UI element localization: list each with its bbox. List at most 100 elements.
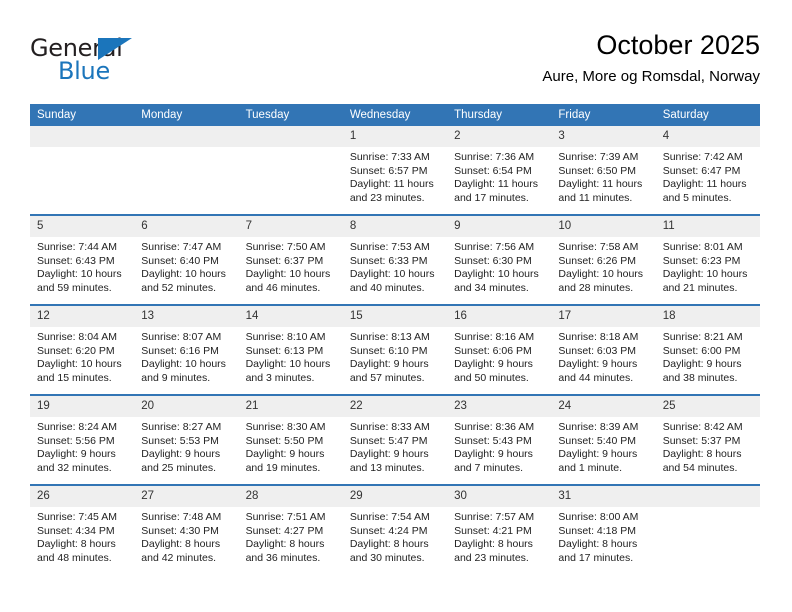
calendar-day-cell[interactable]: 4 Sunrise: 7:42 AM Sunset: 6:47 PM Daylight… bbox=[655, 126, 760, 215]
daylight-line-2: and 23 minutes. bbox=[454, 551, 529, 564]
daylight-line-1: Daylight: 9 hours bbox=[349, 358, 429, 371]
day-details: Sunrise: 7:47 AM Sunset: 6:40 PM Daylight:… bbox=[134, 237, 238, 295]
weekday-header-tuesday: Tuesday bbox=[238, 104, 343, 126]
calendar-day-cell[interactable]: 3 Sunrise: 7:39 AM Sunset: 6:50 PM Daylight… bbox=[551, 126, 656, 215]
day-number bbox=[30, 126, 135, 147]
day-number: 8 bbox=[342, 216, 448, 237]
calendar-day-cell[interactable]: 28 Sunrise: 7:51 AM Sunset: 4:27 PM Dayligh… bbox=[238, 484, 343, 574]
sunrise-line: Sunrise: 7:33 AM bbox=[349, 151, 430, 163]
calendar-day-cell[interactable]: 13 Sunrise: 8:07 AM Sunset: 6:16 PM Dayligh… bbox=[134, 304, 239, 395]
day-number: 4 bbox=[655, 126, 760, 147]
sunset-line: Sunset: 4:18 PM bbox=[558, 524, 637, 537]
day-details: Sunrise: 7:45 AM Sunset: 4:34 PM Daylight:… bbox=[30, 507, 134, 565]
day-details: Sunrise: 8:24 AM Sunset: 5:56 PM Daylight:… bbox=[30, 417, 134, 475]
sunrise-line: Sunrise: 7:44 AM bbox=[37, 241, 117, 253]
day-number: 28 bbox=[238, 486, 343, 507]
calendar-day-cell[interactable]: 29 Sunrise: 7:54 AM Sunset: 4:24 PM Dayligh… bbox=[342, 484, 448, 574]
sunrise-line: Sunrise: 7:58 AM bbox=[558, 241, 639, 253]
calendar-day-cell[interactable]: 7 Sunrise: 7:50 AM Sunset: 6:37 PM Daylight… bbox=[238, 214, 343, 305]
calendar-day-cell[interactable]: 17 Sunrise: 8:18 AM Sunset: 6:03 PM Dayligh… bbox=[551, 304, 656, 395]
sunrise-line: Sunrise: 8:16 AM bbox=[454, 331, 535, 343]
daylight-line-2: and 44 minutes. bbox=[558, 371, 634, 384]
calendar-day-cell-empty bbox=[238, 126, 343, 215]
day-details: Sunrise: 7:33 AM Sunset: 6:57 PM Daylight:… bbox=[343, 147, 447, 205]
day-details: Sunrise: 8:01 AM Sunset: 6:23 PM Daylight:… bbox=[656, 237, 760, 295]
weekday-header-thursday: Thursday bbox=[447, 104, 552, 126]
daylight-line-1: Daylight: 9 hours bbox=[558, 448, 638, 461]
day-details: Sunrise: 8:13 AM Sunset: 6:10 PM Daylight:… bbox=[343, 327, 447, 385]
daylight-line-1: Daylight: 10 hours bbox=[245, 268, 331, 281]
day-number: 3 bbox=[551, 126, 656, 147]
daylight-line-1: Daylight: 11 hours bbox=[662, 178, 747, 191]
sunrise-line: Sunrise: 8:10 AM bbox=[245, 331, 326, 343]
calendar-day-cell[interactable]: 6 Sunrise: 7:47 AM Sunset: 6:40 PM Daylight… bbox=[134, 214, 239, 305]
calendar-day-cell[interactable]: 18 Sunrise: 8:21 AM Sunset: 6:00 PM Dayligh… bbox=[655, 304, 760, 395]
calendar-day-cell[interactable]: 12 Sunrise: 8:04 AM Sunset: 6:20 PM Dayligh… bbox=[30, 304, 135, 395]
title-block: October 2025 Aure, More og Romsdal, Norw… bbox=[542, 28, 760, 88]
daylight-line-1: Daylight: 11 hours bbox=[349, 178, 434, 191]
sunset-line: Sunset: 6:23 PM bbox=[662, 254, 741, 267]
daylight-line-2: and 46 minutes. bbox=[245, 281, 321, 294]
daylight-line-2: and 28 minutes. bbox=[558, 281, 634, 294]
calendar-week-row: 12 Sunrise: 8:04 AM Sunset: 6:20 PM Dayligh… bbox=[30, 304, 760, 395]
daylight-line-1: Daylight: 9 hours bbox=[454, 358, 533, 371]
sunset-line: Sunset: 6:37 PM bbox=[245, 254, 324, 267]
calendar-day-cell[interactable]: 1 Sunrise: 7:33 AM Sunset: 6:57 PM Daylight… bbox=[342, 126, 448, 215]
day-number: 23 bbox=[447, 396, 552, 417]
calendar-day-cell[interactable]: 25 Sunrise: 8:42 AM Sunset: 5:37 PM Dayligh… bbox=[655, 394, 760, 485]
day-number: 12 bbox=[30, 306, 135, 327]
day-details: Sunrise: 8:10 AM Sunset: 6:13 PM Daylight:… bbox=[239, 327, 343, 385]
sunrise-line: Sunrise: 8:36 AM bbox=[454, 421, 535, 433]
calendar-day-cell[interactable]: 21 Sunrise: 8:30 AM Sunset: 5:50 PM Dayligh… bbox=[238, 394, 343, 485]
daylight-line-2: and 23 minutes. bbox=[349, 191, 425, 204]
calendar-day-cell[interactable]: 30 Sunrise: 7:57 AM Sunset: 4:21 PM Dayligh… bbox=[447, 484, 552, 574]
calendar-week-row: 5 Sunrise: 7:44 AM Sunset: 6:43 PM Daylight… bbox=[30, 214, 760, 305]
calendar-header-row: Sunday Monday Tuesday Wednesday Thursday… bbox=[30, 104, 760, 126]
daylight-line-2: and 21 minutes. bbox=[662, 281, 738, 294]
calendar-body: 1 Sunrise: 7:33 AM Sunset: 6:57 PM Daylight… bbox=[30, 126, 760, 574]
calendar-day-cell[interactable]: 10 Sunrise: 7:58 AM Sunset: 6:26 PM Dayligh… bbox=[551, 214, 656, 305]
day-number: 14 bbox=[238, 306, 343, 327]
calendar-day-cell[interactable]: 14 Sunrise: 8:10 AM Sunset: 6:13 PM Dayligh… bbox=[238, 304, 343, 395]
calendar-day-cell[interactable]: 26 Sunrise: 7:45 AM Sunset: 4:34 PM Dayligh… bbox=[30, 484, 135, 574]
daylight-line-2: and 42 minutes. bbox=[141, 551, 216, 564]
calendar-day-cell[interactable]: 8 Sunrise: 7:53 AM Sunset: 6:33 PM Daylight… bbox=[342, 214, 448, 305]
generalblue-logo[interactable]: General Blue bbox=[30, 34, 160, 88]
day-details: Sunrise: 8:18 AM Sunset: 6:03 PM Daylight:… bbox=[551, 327, 655, 385]
sunset-line: Sunset: 6:43 PM bbox=[37, 254, 115, 267]
calendar-day-cell[interactable]: 23 Sunrise: 8:36 AM Sunset: 5:43 PM Dayligh… bbox=[447, 394, 552, 485]
sunrise-line: Sunrise: 7:53 AM bbox=[349, 241, 430, 253]
calendar-day-cell[interactable]: 20 Sunrise: 8:27 AM Sunset: 5:53 PM Dayligh… bbox=[134, 394, 239, 485]
calendar-day-cell[interactable]: 15 Sunrise: 8:13 AM Sunset: 6:10 PM Dayligh… bbox=[342, 304, 448, 395]
day-number bbox=[238, 126, 343, 147]
calendar-day-cell[interactable]: 19 Sunrise: 8:24 AM Sunset: 5:56 PM Dayligh… bbox=[30, 394, 135, 485]
calendar-day-cell[interactable]: 31 Sunrise: 8:00 AM Sunset: 4:18 PM Dayligh… bbox=[551, 484, 656, 574]
sunset-line: Sunset: 6:13 PM bbox=[245, 344, 324, 357]
sunrise-line: Sunrise: 8:24 AM bbox=[37, 421, 117, 433]
day-number: 22 bbox=[342, 396, 448, 417]
day-details: Sunrise: 7:50 AM Sunset: 6:37 PM Daylight:… bbox=[239, 237, 343, 295]
calendar-day-cell-empty bbox=[134, 126, 239, 215]
calendar-day-cell[interactable]: 11 Sunrise: 8:01 AM Sunset: 6:23 PM Dayligh… bbox=[655, 214, 760, 305]
day-details: Sunrise: 8:21 AM Sunset: 6:00 PM Daylight:… bbox=[656, 327, 760, 385]
sunset-line: Sunset: 6:10 PM bbox=[349, 344, 428, 357]
day-number: 11 bbox=[655, 216, 760, 237]
daylight-line-2: and 17 minutes. bbox=[558, 551, 634, 564]
day-details: Sunrise: 8:30 AM Sunset: 5:50 PM Daylight:… bbox=[239, 417, 343, 475]
calendar-day-cell[interactable]: 22 Sunrise: 8:33 AM Sunset: 5:47 PM Dayligh… bbox=[342, 394, 448, 485]
day-details: Sunrise: 7:42 AM Sunset: 6:47 PM Daylight:… bbox=[656, 147, 760, 205]
daylight-line-1: Daylight: 8 hours bbox=[454, 538, 533, 551]
sunrise-line: Sunrise: 8:00 AM bbox=[558, 511, 639, 523]
daylight-line-1: Daylight: 10 hours bbox=[454, 268, 539, 281]
calendar-day-cell[interactable]: 24 Sunrise: 8:39 AM Sunset: 5:40 PM Dayligh… bbox=[551, 394, 656, 485]
calendar-day-cell[interactable]: 27 Sunrise: 7:48 AM Sunset: 4:30 PM Dayligh… bbox=[134, 484, 239, 574]
sunset-line: Sunset: 6:30 PM bbox=[454, 254, 532, 267]
calendar-day-cell[interactable]: 9 Sunrise: 7:56 AM Sunset: 6:30 PM Daylight… bbox=[447, 214, 552, 305]
day-number: 18 bbox=[655, 306, 760, 327]
daylight-line-1: Daylight: 11 hours bbox=[558, 178, 643, 191]
calendar-day-cell[interactable]: 2 Sunrise: 7:36 AM Sunset: 6:54 PM Daylight… bbox=[447, 126, 552, 215]
calendar-day-cell[interactable]: 5 Sunrise: 7:44 AM Sunset: 6:43 PM Daylight… bbox=[30, 214, 135, 305]
page-header: General Blue October 2025 Aure, More og … bbox=[30, 28, 760, 94]
daylight-line-1: Daylight: 8 hours bbox=[245, 538, 325, 551]
calendar-day-cell[interactable]: 16 Sunrise: 8:16 AM Sunset: 6:06 PM Dayligh… bbox=[447, 304, 552, 395]
